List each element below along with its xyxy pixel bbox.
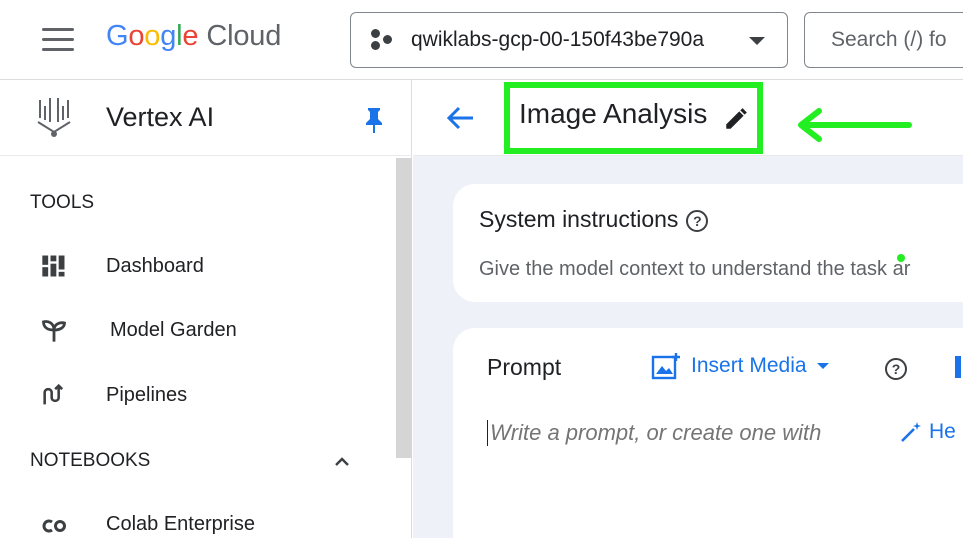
page-title[interactable]: Image Analysis — [519, 98, 707, 130]
add-image-icon — [651, 353, 680, 380]
insert-media-label: Insert Media — [691, 354, 807, 377]
chevron-up-icon[interactable] — [332, 452, 352, 472]
sidebar-item-dashboard[interactable]: Dashboard — [0, 240, 395, 292]
help-me-label: He — [929, 420, 956, 443]
insert-media-button[interactable]: Insert Media — [651, 352, 829, 380]
caret-down-icon — [749, 37, 765, 45]
prompt-input[interactable] — [487, 420, 887, 446]
sidebar-item-pipelines[interactable]: Pipelines — [0, 369, 395, 421]
project-selector[interactable]: qwiklabs-gcp-00-150f43be790a — [350, 12, 788, 68]
back-arrow-icon[interactable] — [445, 104, 475, 132]
edit-pencil-icon[interactable] — [723, 106, 749, 132]
system-instructions-title: System instructions? — [479, 206, 709, 233]
dashboard-icon — [42, 255, 65, 277]
cursor-dot — [897, 254, 905, 262]
sidebar-scrollbar[interactable] — [396, 158, 412, 458]
sidebar-header: Vertex AI — [0, 80, 412, 156]
sidebar: Vertex AI TOOLS Dashboard Model Garden P… — [0, 80, 412, 538]
help-me-write-button[interactable]: He — [899, 420, 956, 444]
sidebar-item-label: Dashboard — [106, 254, 204, 277]
model-garden-icon — [42, 320, 66, 342]
vertex-ai-icon — [37, 98, 71, 137]
system-instructions-card[interactable]: System instructions? Give the model cont… — [453, 184, 963, 302]
sidebar-item-label: Model Garden — [110, 318, 237, 341]
more-options-button[interactable] — [955, 356, 961, 378]
google-cloud-logo[interactable]: Google Cloud — [106, 20, 281, 53]
help-icon[interactable]: ? — [686, 209, 709, 232]
pin-icon[interactable] — [362, 106, 386, 134]
colab-icon — [42, 519, 66, 533]
main-panel: Image Analysis System instructions? Give… — [413, 80, 963, 538]
prompt-card: Prompt Insert Media ? He — [453, 328, 963, 538]
section-notebooks: NOTEBOOKS — [30, 450, 151, 471]
search-input[interactable]: Search (/) fo — [804, 12, 963, 68]
hamburger-menu-icon[interactable] — [42, 28, 74, 52]
project-icon — [371, 29, 397, 51]
pipelines-icon — [43, 383, 64, 405]
prompt-label: Prompt — [487, 354, 562, 380]
green-arrow-annotation — [798, 108, 912, 142]
section-tools: TOOLS — [30, 192, 95, 213]
main-header: Image Analysis — [413, 80, 963, 156]
project-name: qwiklabs-gcp-00-150f43be790a — [411, 28, 705, 51]
sidebar-item-colab-enterprise[interactable]: Colab Enterprise — [0, 498, 395, 550]
sidebar-title: Vertex AI — [106, 102, 215, 132]
top-bar: Google Cloud qwiklabs-gcp-00-150f43be790a… — [0, 0, 963, 80]
dropdown-caret-icon — [816, 363, 829, 369]
system-instructions-description: Give the model context to understand the… — [479, 258, 911, 280]
sidebar-item-label: Pipelines — [106, 383, 188, 406]
magic-wand-icon — [901, 422, 921, 442]
prompt-help-icon[interactable]: ? — [885, 358, 907, 380]
sidebar-item-label: Colab Enterprise — [106, 512, 255, 535]
sidebar-item-model-garden[interactable]: Model Garden — [0, 304, 395, 356]
